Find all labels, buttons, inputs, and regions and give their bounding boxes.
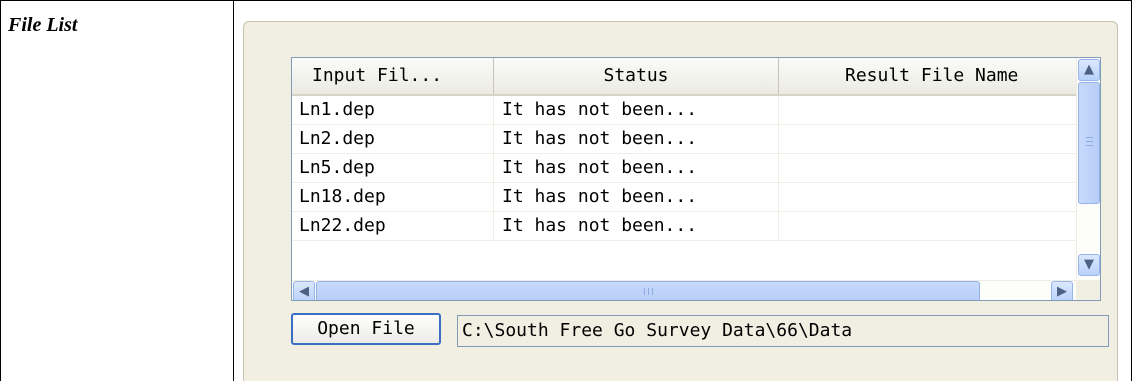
- table-row[interactable]: Ln1.dep It has not been...: [292, 96, 1076, 125]
- column-header-status[interactable]: Status: [494, 58, 779, 94]
- grip-icon: [1086, 137, 1093, 146]
- result-file-cell: [779, 212, 1076, 240]
- chevron-right-icon[interactable]: ▶: [1051, 281, 1073, 300]
- result-file-cell: [779, 183, 1076, 211]
- horizontal-scrollbar[interactable]: ◀ ▶: [292, 280, 1076, 300]
- input-file-cell: Ln1.dep: [292, 96, 494, 124]
- result-file-cell: [779, 125, 1076, 153]
- vertical-scrollbar[interactable]: ▲ ▼: [1076, 58, 1100, 280]
- input-file-cell: Ln18.dep: [292, 183, 494, 211]
- chevron-left-icon[interactable]: ◀: [293, 281, 315, 300]
- chevron-down-icon[interactable]: ▼: [1078, 254, 1100, 276]
- status-cell: It has not been...: [494, 96, 779, 124]
- vertical-scroll-thumb[interactable]: [1078, 82, 1100, 204]
- status-cell: It has not been...: [494, 183, 779, 211]
- column-header-input-file[interactable]: Input Fil...: [292, 58, 494, 94]
- scrollbar-corner: [1076, 280, 1100, 300]
- table-row[interactable]: Ln18.dep It has not been...: [292, 183, 1076, 212]
- open-file-button[interactable]: Open File: [291, 313, 441, 345]
- status-cell: It has not been...: [494, 154, 779, 182]
- input-file-cell: Ln22.dep: [292, 212, 494, 240]
- input-file-cell: Ln2.dep: [292, 125, 494, 153]
- table-border-left: [0, 0, 1, 381]
- table-row[interactable]: Ln22.dep It has not been...: [292, 212, 1076, 241]
- file-list-view[interactable]: Input Fil... Status Result File Name Ln1…: [291, 57, 1101, 301]
- table-column-divider: [233, 0, 234, 381]
- list-header: Input Fil... Status Result File Name: [292, 58, 1076, 96]
- table-row[interactable]: Ln5.dep It has not been...: [292, 154, 1076, 183]
- section-label: File List: [8, 14, 78, 36]
- horizontal-scroll-thumb[interactable]: [316, 281, 980, 300]
- chevron-up-icon[interactable]: ▲: [1078, 59, 1100, 81]
- status-cell: It has not been...: [494, 125, 779, 153]
- column-header-result-file-name[interactable]: Result File Name: [779, 58, 1076, 94]
- table-border-top: [0, 0, 1132, 1]
- status-cell: It has not been...: [494, 212, 779, 240]
- table-row[interactable]: Ln2.dep It has not been...: [292, 125, 1076, 154]
- file-path-field[interactable]: C:\South Free Go Survey Data\66\Data: [457, 315, 1109, 347]
- grip-icon: [644, 288, 653, 295]
- result-file-cell: [779, 154, 1076, 182]
- input-file-cell: Ln5.dep: [292, 154, 494, 182]
- result-file-cell: [779, 96, 1076, 124]
- list-body: Ln1.dep It has not been... Ln2.dep It ha…: [292, 96, 1076, 241]
